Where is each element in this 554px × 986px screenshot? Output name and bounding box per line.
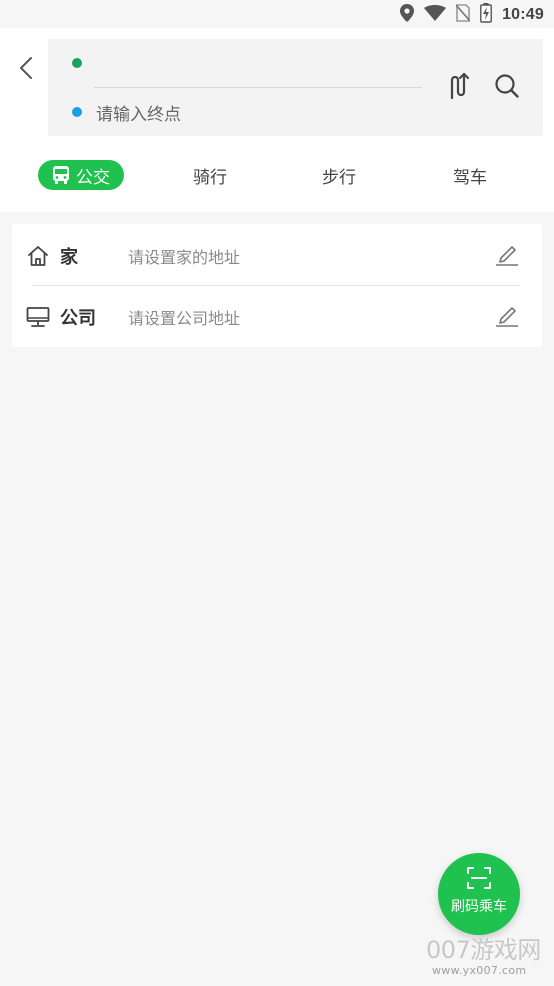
tab-cycling-label: 骑行	[193, 167, 227, 188]
company-shortcut-row[interactable]: 公司 请设置公司地址	[12, 287, 542, 347]
swap-route-button[interactable]	[446, 72, 472, 104]
search-icon	[494, 73, 520, 103]
back-arrow-icon	[19, 56, 33, 84]
back-button[interactable]	[14, 56, 38, 84]
home-address-hint: 请设置家的地址	[128, 248, 241, 267]
edit-icon	[494, 302, 520, 332]
tab-walking-label: 步行	[322, 167, 356, 188]
tab-walking[interactable]: 步行	[322, 160, 356, 190]
status-time: 10:49	[502, 6, 544, 23]
company-title: 公司	[60, 308, 96, 329]
status-icons: 10:49	[400, 3, 544, 27]
swap-route-icon	[447, 72, 471, 104]
watermark-logo-text: 007游戏网	[426, 936, 541, 964]
end-point-dot	[72, 107, 82, 117]
monitor-icon	[26, 305, 50, 329]
scan-to-ride-button[interactable]: 刷码乘车	[438, 853, 520, 935]
start-point-input[interactable]	[94, 47, 426, 79]
scan-icon	[466, 866, 492, 890]
site-watermark: 007游戏网 www.yx007.com	[418, 930, 554, 986]
address-shortcuts-card: 家 请设置家的地址 公司 请设置公司地址	[12, 224, 542, 347]
tab-driving-label: 驾车	[453, 167, 487, 188]
scan-to-ride-label: 刷码乘车	[451, 899, 507, 915]
edit-home-button[interactable]	[494, 243, 520, 269]
company-address-hint: 请设置公司地址	[128, 309, 241, 328]
no-sim-icon	[455, 4, 471, 26]
watermark-url: www.yx007.com	[432, 964, 527, 977]
edit-icon	[494, 241, 520, 271]
battery-icon	[480, 3, 492, 27]
input-divider	[94, 87, 422, 88]
home-shortcut-row[interactable]: 家 请设置家的地址	[12, 226, 542, 286]
tab-bus[interactable]: 公交	[38, 160, 124, 190]
route-header: 公交 骑行 步行 驾车	[0, 28, 554, 212]
end-point-input[interactable]	[94, 99, 426, 131]
tab-driving[interactable]: 驾车	[453, 160, 487, 190]
tab-bus-label: 公交	[76, 167, 110, 188]
edit-company-button[interactable]	[494, 304, 520, 330]
wifi-icon	[424, 5, 447, 25]
row-divider	[32, 285, 520, 286]
search-button[interactable]	[493, 74, 521, 102]
route-input-box	[48, 39, 543, 136]
home-icon	[26, 244, 50, 268]
home-title: 家	[60, 247, 78, 268]
start-point-dot	[72, 58, 82, 68]
bus-icon	[52, 165, 70, 185]
travel-mode-tabs: 公交 骑行 步行 驾车	[0, 148, 554, 202]
location-icon	[400, 4, 415, 26]
status-bar: 10:49	[0, 0, 554, 28]
tab-cycling[interactable]: 骑行	[193, 160, 227, 190]
